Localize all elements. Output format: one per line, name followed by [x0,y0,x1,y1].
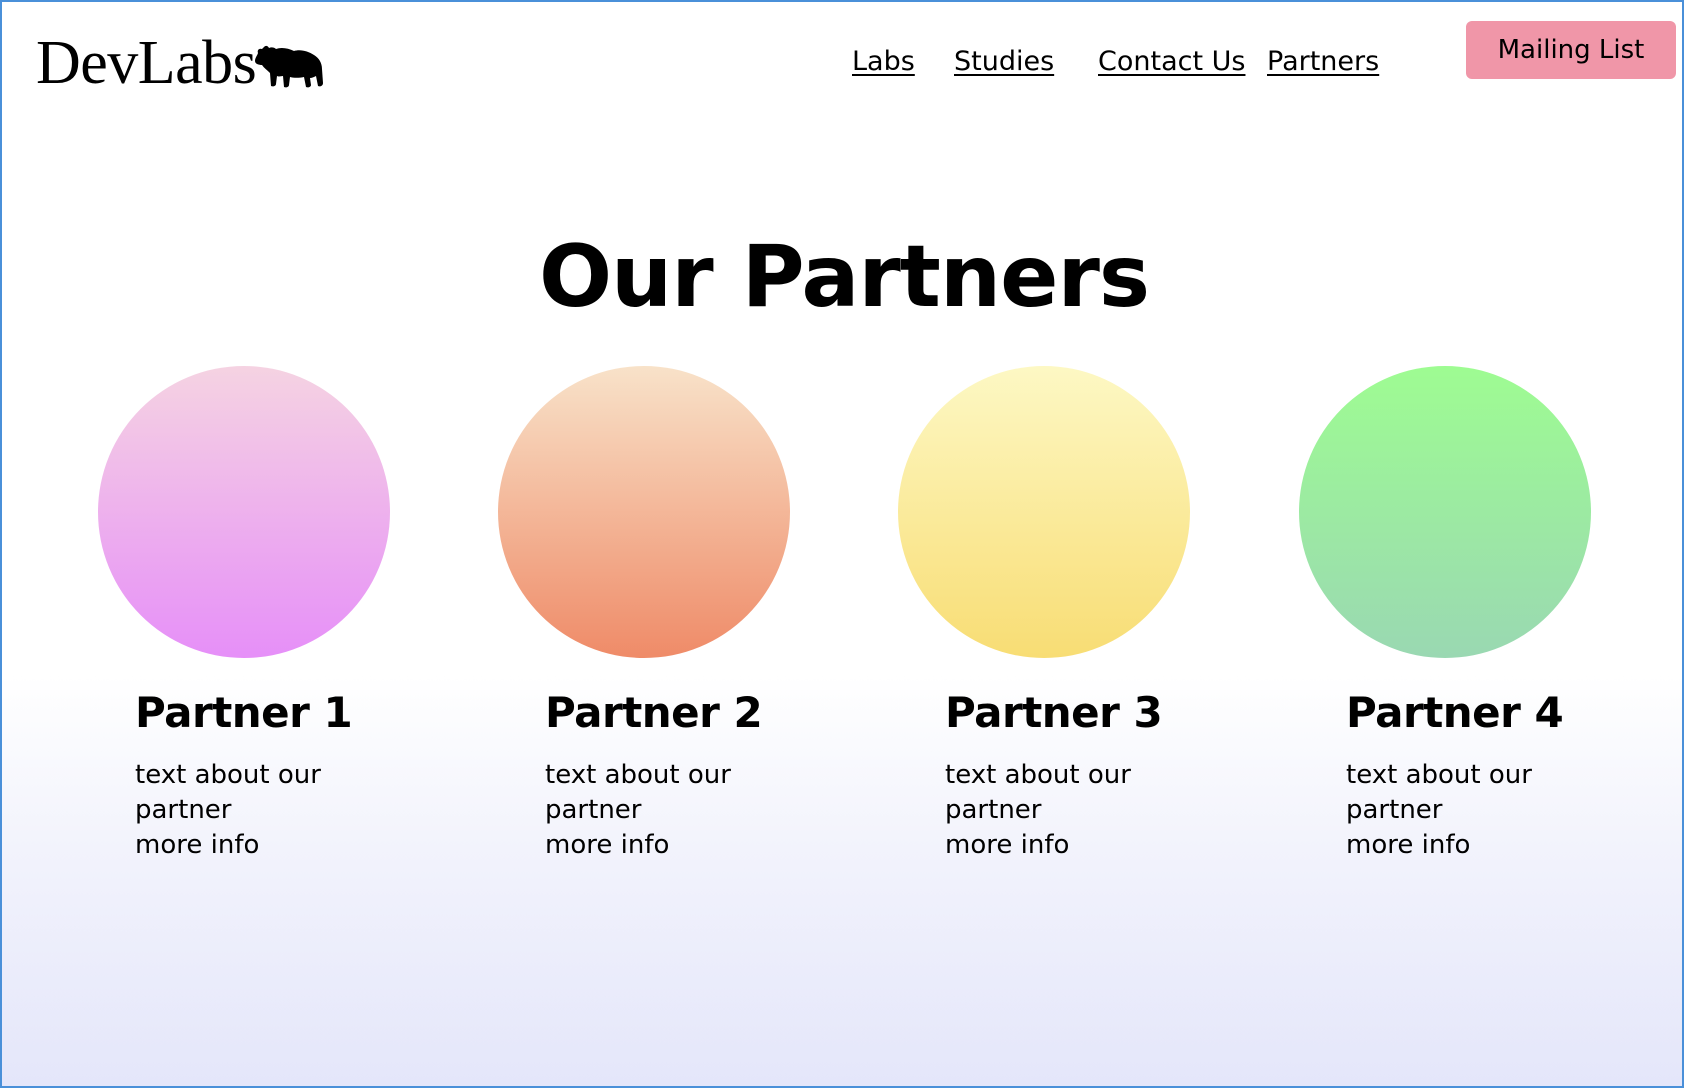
partner-logo-circle [498,366,790,658]
partner-logo-circle [1299,366,1591,658]
partner-name: Partner 1 [135,688,353,737]
partner-logo-circle [98,366,390,658]
nav-link-contact-us[interactable]: Contact Us [1098,46,1245,77]
partner-name: Partner 3 [945,688,1163,737]
partner-name: Partner 2 [545,688,763,737]
mailing-list-button[interactable]: Mailing List [1466,21,1676,79]
partner-description: text about our partner [945,760,1131,825]
partners-grid: Partner 1 text about our partner more in… [2,366,1684,866]
partner-card[interactable]: Partner 1 text about our partner more in… [98,366,398,866]
partner-description: text about our partner [1346,760,1532,825]
partner-more-info[interactable]: more info [1346,828,1470,863]
partner-more-info[interactable]: more info [135,828,259,863]
nav-link-labs[interactable]: Labs [852,46,915,77]
partner-description: text about our partner [545,760,731,825]
main-nav: Labs Studies Contact Us Partners [2,46,1682,82]
partner-more-info[interactable]: more info [945,828,1069,863]
partner-name: Partner 4 [1346,688,1564,737]
partner-card[interactable]: Partner 3 text about our partner more in… [898,366,1198,866]
partner-card[interactable]: Partner 2 text about our partner more in… [498,366,798,866]
page-title: Our Partners [538,227,1150,327]
partner-card[interactable]: Partner 4 text about our partner more in… [1299,366,1599,866]
partner-description: text about our partner [135,760,321,825]
site-header: DevLabs Labs Studies Contact Us Partners… [2,2,1682,132]
nav-link-partners[interactable]: Partners [1267,46,1379,77]
partner-more-info[interactable]: more info [545,828,669,863]
partner-logo-circle [898,366,1190,658]
nav-link-studies[interactable]: Studies [954,46,1054,77]
